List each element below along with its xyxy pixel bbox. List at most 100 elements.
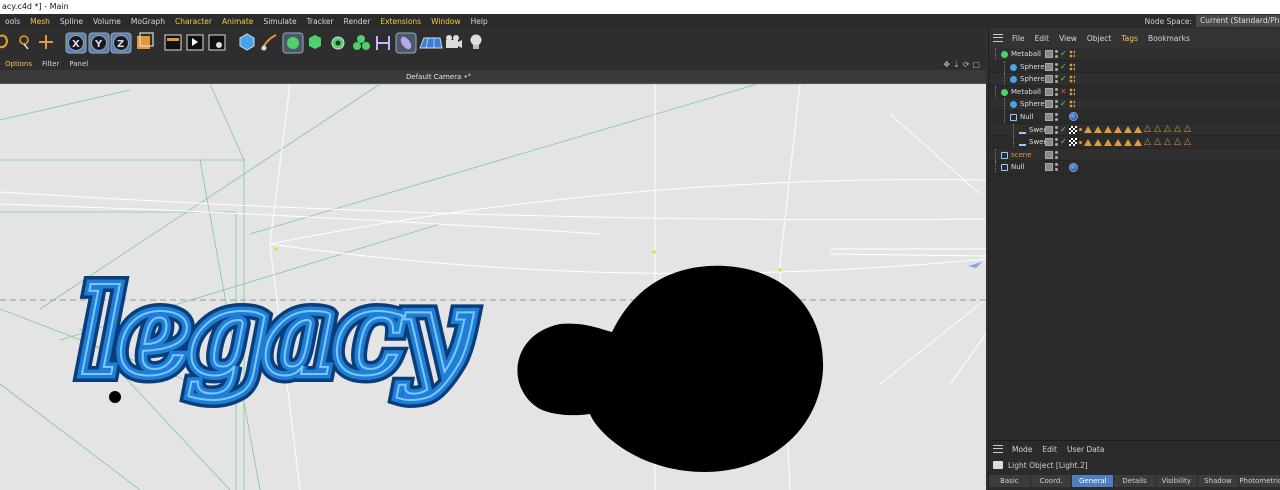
viewport-menu-options[interactable]: Options xyxy=(0,60,37,68)
tab-visibility[interactable]: Visibility xyxy=(1155,475,1198,487)
undo-icon[interactable] xyxy=(0,34,9,49)
coordinate-system-icon[interactable] xyxy=(137,32,154,49)
menu-ools[interactable]: ools xyxy=(0,17,25,26)
live-select-icon[interactable] xyxy=(19,35,29,50)
object-row-null[interactable]: Null xyxy=(989,110,1280,124)
tag-dot-icon[interactable] xyxy=(1079,128,1082,132)
object-row-swee[interactable]: Swee ✓ xyxy=(989,123,1280,137)
tag-dots-icon[interactable] xyxy=(1069,62,1075,71)
om-menu-bookmarks[interactable]: Bookmarks xyxy=(1143,34,1195,43)
phong-tag-outline-icon[interactable] xyxy=(1154,123,1162,135)
rotate-icon[interactable]: ⟳ xyxy=(963,60,970,69)
spline-icon[interactable] xyxy=(395,32,417,54)
move-icon[interactable] xyxy=(39,35,53,49)
object-row-null[interactable]: Null xyxy=(989,161,1280,174)
object-row-metaball[interactable]: Metaball ✓ xyxy=(989,48,1280,61)
om-menu-view[interactable]: View xyxy=(1054,34,1082,43)
phong-tag-icon[interactable] xyxy=(1114,126,1122,134)
legacy-text-object[interactable]: legacy legacy legacy xyxy=(70,255,489,410)
pan-icon[interactable]: ✥ xyxy=(943,60,950,69)
lock-z-icon[interactable]: Z xyxy=(110,32,132,54)
layer-swatch[interactable] xyxy=(1045,138,1053,147)
metaball-icon[interactable] xyxy=(353,35,370,50)
render-view-icon[interactable] xyxy=(164,34,182,51)
am-menu-mode[interactable]: Mode xyxy=(1007,445,1037,454)
enabled-check-icon[interactable]: ✓ xyxy=(1060,124,1067,136)
disabled-cross-icon[interactable]: ✕ xyxy=(1060,86,1067,98)
enabled-check-icon[interactable]: ✓ xyxy=(1060,98,1067,110)
phong-tag-outline-icon[interactable] xyxy=(1164,136,1172,148)
viewport-menu-panel[interactable]: Panel xyxy=(64,60,93,68)
phong-tag-outline-icon[interactable] xyxy=(1144,136,1152,148)
am-menu-user-data[interactable]: User Data xyxy=(1062,445,1109,454)
material-tag-icon[interactable] xyxy=(1069,125,1077,134)
tab-basic[interactable]: Basic xyxy=(989,475,1031,487)
enabled-check-icon[interactable]: ✓ xyxy=(1060,61,1067,73)
deformer-icon[interactable] xyxy=(376,36,390,50)
hamburger-menu-icon[interactable] xyxy=(993,445,1003,453)
visibility-dots[interactable] xyxy=(1055,125,1058,134)
layer-swatch[interactable] xyxy=(1045,125,1053,134)
tab-shadow[interactable]: Shadow xyxy=(1197,475,1240,487)
lock-y-icon[interactable]: Y xyxy=(88,32,110,54)
phong-tag-icon[interactable] xyxy=(1094,138,1102,146)
viewport-canvas[interactable]: legacy legacy legacy xyxy=(0,84,986,490)
target-tag-icon[interactable] xyxy=(1069,162,1078,172)
phong-tag-outline-icon[interactable] xyxy=(1174,136,1182,148)
visibility-dots[interactable] xyxy=(1055,138,1058,147)
render-settings-icon[interactable] xyxy=(208,34,226,51)
phong-tag-outline-icon[interactable] xyxy=(1154,136,1162,148)
dolly-icon[interactable]: ⇣ xyxy=(953,60,960,69)
menu-help[interactable]: Help xyxy=(466,17,493,26)
enabled-check-icon[interactable]: ✓ xyxy=(1060,73,1067,85)
object-row-sphere[interactable]: Sphere ✓ xyxy=(989,60,1280,74)
visibility-dots[interactable] xyxy=(1055,50,1058,58)
target-tag-icon[interactable] xyxy=(1069,112,1078,122)
enabled-check-icon[interactable]: ✓ xyxy=(1060,136,1067,148)
extrude-icon[interactable] xyxy=(309,35,321,49)
floor-icon[interactable] xyxy=(419,37,443,49)
layer-swatch[interactable] xyxy=(1045,87,1053,96)
phong-tag-icon[interactable] xyxy=(1124,126,1132,134)
light-icon[interactable] xyxy=(470,34,482,50)
phong-tag-icon[interactable] xyxy=(1134,126,1142,134)
phong-tag-icon[interactable] xyxy=(1084,126,1092,134)
object-row-sphere[interactable]: Sphere ✓ xyxy=(989,73,1280,86)
om-menu-tags[interactable]: Tags xyxy=(1116,34,1143,43)
render-picture-viewer-icon[interactable] xyxy=(186,34,204,51)
layer-swatch[interactable] xyxy=(1045,62,1053,71)
pen-icon[interactable] xyxy=(261,34,277,51)
layer-swatch[interactable] xyxy=(1045,163,1053,172)
tab-coord[interactable]: Coord. xyxy=(1030,475,1073,487)
tab-photometric[interactable]: Photometric xyxy=(1239,475,1280,487)
tag-dots-icon[interactable] xyxy=(1069,50,1075,58)
hamburger-menu-icon[interactable] xyxy=(993,34,1003,42)
menu-mesh[interactable]: Mesh xyxy=(25,17,55,26)
menu-simulate[interactable]: Simulate xyxy=(258,17,301,26)
visibility-dots[interactable] xyxy=(1055,62,1058,71)
node-space-selector[interactable]: Node Space: Current (Standard/Physical) xyxy=(1145,14,1280,28)
tag-dots-icon[interactable] xyxy=(1069,87,1075,96)
tab-details[interactable]: Details xyxy=(1114,475,1156,487)
phong-tag-icon[interactable] xyxy=(1094,126,1102,134)
phong-tag-icon[interactable] xyxy=(1134,138,1142,146)
tab-general[interactable]: General xyxy=(1072,475,1115,487)
material-tag-icon[interactable] xyxy=(1069,138,1077,147)
layer-swatch[interactable] xyxy=(1045,150,1053,159)
visibility-dots[interactable] xyxy=(1055,112,1058,121)
menu-animate[interactable]: Animate xyxy=(217,17,258,26)
layer-swatch[interactable] xyxy=(1045,100,1053,109)
phong-tag-outline-icon[interactable] xyxy=(1164,123,1172,135)
phong-tag-icon[interactable] xyxy=(1124,138,1132,146)
object-row-metaball[interactable]: Metaball ✕ xyxy=(989,85,1280,99)
layer-swatch[interactable] xyxy=(1045,112,1053,121)
viewport-camera-label[interactable]: Default Camera •° xyxy=(406,70,471,84)
tag-dots-icon[interactable] xyxy=(1069,100,1075,109)
subdivision-icon[interactable] xyxy=(282,32,304,54)
viewport-menu-filter[interactable]: Filter xyxy=(37,60,64,68)
object-row-sphere[interactable]: Sphere ✓ xyxy=(989,98,1280,111)
om-menu-file[interactable]: File xyxy=(1007,34,1030,43)
phong-tag-outline-icon[interactable] xyxy=(1174,123,1182,135)
object-row-scene[interactable]: scene xyxy=(989,148,1280,162)
layer-swatch[interactable] xyxy=(1045,50,1053,58)
